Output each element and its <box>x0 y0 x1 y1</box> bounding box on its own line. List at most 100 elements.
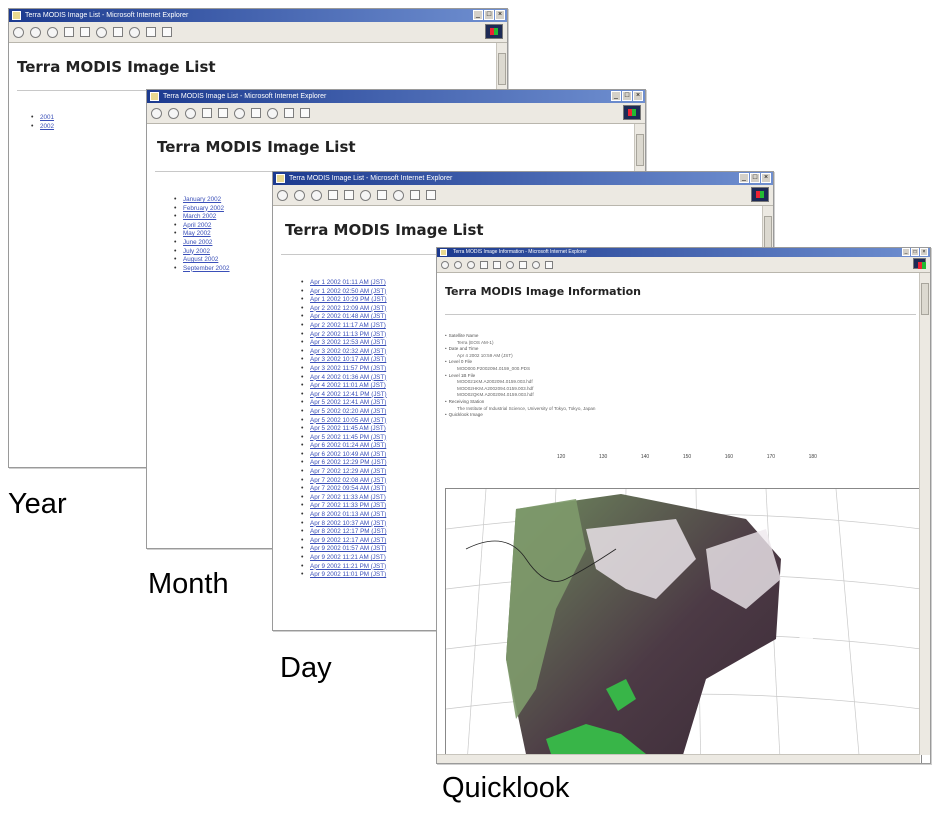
list-link[interactable]: Apr 3 2002 11:57 PM (JST) <box>310 365 386 372</box>
history-icon[interactable] <box>267 107 278 119</box>
list-link[interactable]: Apr 1 2002 10:29 PM (JST) <box>310 296 387 303</box>
minimize-icon[interactable]: _ <box>739 173 749 183</box>
list-link[interactable]: Apr 8 2002 12:17 PM (JST) <box>310 528 387 535</box>
list-link[interactable]: 2001 <box>40 114 54 121</box>
scroll-thumb[interactable] <box>636 134 644 166</box>
close-icon[interactable]: × <box>495 10 505 20</box>
list-link[interactable]: Apr 5 2002 11:45 AM (JST) <box>310 425 386 432</box>
home-icon[interactable] <box>218 108 228 118</box>
refresh-icon[interactable] <box>64 27 74 37</box>
favorites-icon[interactable] <box>519 260 527 269</box>
mail-icon[interactable] <box>146 27 156 37</box>
list-link[interactable]: Apr 9 2002 11:01 PM (JST) <box>310 571 386 578</box>
close-icon[interactable]: × <box>920 248 928 256</box>
print-icon[interactable] <box>426 190 436 200</box>
search-icon[interactable] <box>360 189 371 201</box>
stop-icon[interactable] <box>47 26 58 38</box>
list-link[interactable]: Apr 9 2002 01:57 AM (JST) <box>310 545 386 552</box>
list-link[interactable]: Apr 6 2002 01:24 AM (JST) <box>310 442 386 449</box>
search-icon[interactable] <box>234 107 245 119</box>
title-bar[interactable]: Terra MODIS Image List - Microsoft Inter… <box>147 90 645 103</box>
list-link[interactable]: February 2002 <box>183 205 224 212</box>
list-link[interactable]: August 2002 <box>183 256 218 263</box>
list-link[interactable]: April 2002 <box>183 222 211 229</box>
forward-icon[interactable] <box>454 260 462 269</box>
maximize-icon[interactable]: □ <box>911 248 919 256</box>
list-link[interactable]: May 2002 <box>183 230 211 237</box>
list-link[interactable]: Apr 3 2002 02:32 AM (JST) <box>310 348 386 355</box>
close-icon[interactable]: × <box>633 91 643 101</box>
forward-icon[interactable] <box>30 26 41 38</box>
list-link[interactable]: Apr 7 2002 09:54 AM (JST) <box>310 485 386 492</box>
list-link[interactable]: Apr 2 2002 12:09 AM (JST) <box>310 305 386 312</box>
list-link[interactable]: Apr 7 2002 11:33 AM (JST) <box>310 494 386 501</box>
mail-icon[interactable] <box>410 190 420 200</box>
stop-icon[interactable] <box>185 107 196 119</box>
list-link[interactable]: Apr 7 2002 02:08 AM (JST) <box>310 477 386 484</box>
title-bar[interactable]: Terra MODIS Image Information - Microsof… <box>437 248 930 257</box>
list-link[interactable]: Apr 4 2002 12:41 PM (JST) <box>310 391 387 398</box>
list-link[interactable]: September 2002 <box>183 265 230 272</box>
search-icon[interactable] <box>506 260 514 269</box>
list-link[interactable]: Apr 2 2002 01:48 AM (JST) <box>310 313 386 320</box>
list-link[interactable]: Apr 5 2002 12:41 AM (JST) <box>310 399 386 406</box>
list-link[interactable]: Apr 4 2002 01:36 AM (JST) <box>310 374 386 381</box>
print-icon[interactable] <box>162 27 172 37</box>
list-link[interactable]: Apr 5 2002 11:45 PM (JST) <box>310 434 386 441</box>
back-icon[interactable] <box>277 189 288 201</box>
list-link[interactable]: Apr 9 2002 12:17 AM (JST) <box>310 537 386 544</box>
list-link[interactable]: March 2002 <box>183 213 216 220</box>
list-link[interactable]: Apr 5 2002 02:20 AM (JST) <box>310 408 386 415</box>
stop-icon[interactable] <box>311 189 322 201</box>
vertical-scrollbar[interactable] <box>919 273 930 755</box>
mail-icon[interactable] <box>284 108 294 118</box>
home-icon[interactable] <box>493 260 501 269</box>
minimize-icon[interactable]: _ <box>902 248 910 256</box>
maximize-icon[interactable]: □ <box>622 91 632 101</box>
close-icon[interactable]: × <box>761 173 771 183</box>
forward-icon[interactable] <box>168 107 179 119</box>
list-link[interactable]: Apr 2 2002 11:13 PM (JST) <box>310 331 386 338</box>
horizontal-scrollbar[interactable] <box>437 754 920 763</box>
minimize-icon[interactable]: _ <box>611 91 621 101</box>
scroll-thumb[interactable] <box>498 53 506 85</box>
list-link[interactable]: Apr 8 2002 01:13 AM (JST) <box>310 511 386 518</box>
favorites-icon[interactable] <box>377 190 387 200</box>
refresh-icon[interactable] <box>480 260 488 269</box>
title-bar[interactable]: Terra MODIS Image List - Microsoft Inter… <box>9 9 507 22</box>
list-link[interactable]: Apr 8 2002 10:37 AM (JST) <box>310 520 386 527</box>
scroll-thumb[interactable] <box>764 216 772 248</box>
list-link[interactable]: Apr 6 2002 10:49 AM (JST) <box>310 451 386 458</box>
list-link[interactable]: Apr 3 2002 10:17 AM (JST) <box>310 356 386 363</box>
maximize-icon[interactable]: □ <box>484 10 494 20</box>
favorites-icon[interactable] <box>251 108 261 118</box>
list-link[interactable]: July 2002 <box>183 248 210 255</box>
list-link[interactable]: Apr 1 2002 02:50 AM (JST) <box>310 288 386 295</box>
mail-icon[interactable] <box>545 260 553 269</box>
scroll-thumb[interactable] <box>921 283 929 315</box>
stop-icon[interactable] <box>467 260 475 269</box>
maximize-icon[interactable]: □ <box>750 173 760 183</box>
home-icon[interactable] <box>80 27 90 37</box>
back-icon[interactable] <box>441 260 449 269</box>
print-icon[interactable] <box>300 108 310 118</box>
list-link[interactable]: Apr 9 2002 11:21 AM (JST) <box>310 554 386 561</box>
favorites-icon[interactable] <box>113 27 123 37</box>
back-icon[interactable] <box>13 26 24 38</box>
refresh-icon[interactable] <box>202 108 212 118</box>
title-bar[interactable]: Terra MODIS Image List - Microsoft Inter… <box>273 172 773 185</box>
search-icon[interactable] <box>96 26 107 38</box>
back-icon[interactable] <box>151 107 162 119</box>
list-link[interactable]: June 2002 <box>183 239 212 246</box>
list-link[interactable]: Apr 2 2002 11:17 AM (JST) <box>310 322 386 329</box>
list-link[interactable]: Apr 7 2002 12:29 AM (JST) <box>310 468 386 475</box>
forward-icon[interactable] <box>294 189 305 201</box>
list-link[interactable]: Apr 6 2002 12:29 PM (JST) <box>310 459 387 466</box>
list-link[interactable]: Apr 5 2002 10:05 AM (JST) <box>310 417 386 424</box>
list-link[interactable]: Apr 4 2002 11:01 AM (JST) <box>310 382 386 389</box>
history-icon[interactable] <box>532 260 540 269</box>
home-icon[interactable] <box>344 190 354 200</box>
history-icon[interactable] <box>129 26 140 38</box>
list-link[interactable]: January 2002 <box>183 196 221 203</box>
list-link[interactable]: Apr 9 2002 11:21 PM (JST) <box>310 563 386 570</box>
